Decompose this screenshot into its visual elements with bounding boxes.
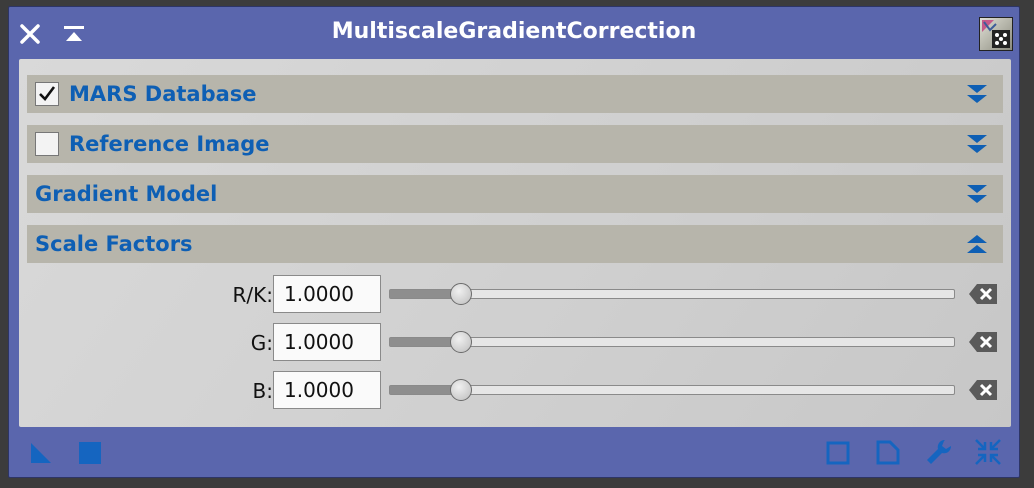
- clear-icon[interactable]: [967, 281, 999, 307]
- section-mars-database[interactable]: MARS Database: [27, 75, 1003, 113]
- g-label: G:: [250, 331, 273, 355]
- slider-handle[interactable]: [449, 379, 472, 401]
- execute-global-icon[interactable]: [75, 437, 105, 467]
- section-title: Scale Factors: [35, 232, 193, 256]
- rk-label: R/K:: [232, 283, 274, 307]
- reference-image-checkbox[interactable]: [35, 132, 59, 156]
- section-title: MARS Database: [69, 82, 257, 106]
- g-slider[interactable]: [389, 331, 955, 353]
- process-content: MARS Database Reference Image Gradient M…: [19, 59, 1011, 427]
- rk-value-input[interactable]: 1.0000: [273, 275, 381, 313]
- bottom-toolbar: [9, 427, 1019, 477]
- rk-slider[interactable]: [389, 283, 955, 305]
- preferences-icon[interactable]: [923, 437, 953, 467]
- scale-factor-row-rk: R/K: 1.0000: [19, 275, 1011, 315]
- b-value-input[interactable]: 1.0000: [273, 371, 381, 409]
- new-instance-icon[interactable]: [27, 437, 57, 467]
- section-title: Reference Image: [69, 132, 270, 156]
- collapse-icon[interactable]: [965, 232, 989, 256]
- scale-factor-row-b: B: 1.0000: [19, 371, 1011, 411]
- section-title: Gradient Model: [35, 182, 218, 206]
- slider-handle[interactable]: [449, 283, 472, 305]
- mars-database-checkbox[interactable]: [35, 82, 59, 106]
- browse-documentation-icon[interactable]: [873, 437, 903, 467]
- section-gradient-model[interactable]: Gradient Model: [27, 175, 1003, 213]
- process-icon[interactable]: [979, 17, 1013, 51]
- section-scale-factors[interactable]: Scale Factors: [27, 225, 1003, 263]
- slider-handle[interactable]: [449, 331, 472, 353]
- b-slider[interactable]: [389, 379, 955, 401]
- section-reference-image[interactable]: Reference Image: [27, 125, 1003, 163]
- expand-icon[interactable]: [965, 182, 989, 206]
- process-window: MultiscaleGradientCorrection MARS Databa…: [8, 6, 1020, 478]
- title-bar[interactable]: MultiscaleGradientCorrection: [9, 7, 1019, 57]
- window-title: MultiscaleGradientCorrection: [331, 19, 697, 44]
- compact-gui-icon[interactable]: [973, 437, 1003, 467]
- b-label: B:: [252, 379, 273, 403]
- expand-icon[interactable]: [965, 132, 989, 156]
- g-value-input[interactable]: 1.0000: [273, 323, 381, 361]
- expand-icon[interactable]: [965, 82, 989, 106]
- clear-icon[interactable]: [967, 329, 999, 355]
- scale-factor-row-g: G: 1.0000: [19, 323, 1011, 363]
- reset-icon[interactable]: [823, 437, 853, 467]
- clear-icon[interactable]: [967, 377, 999, 403]
